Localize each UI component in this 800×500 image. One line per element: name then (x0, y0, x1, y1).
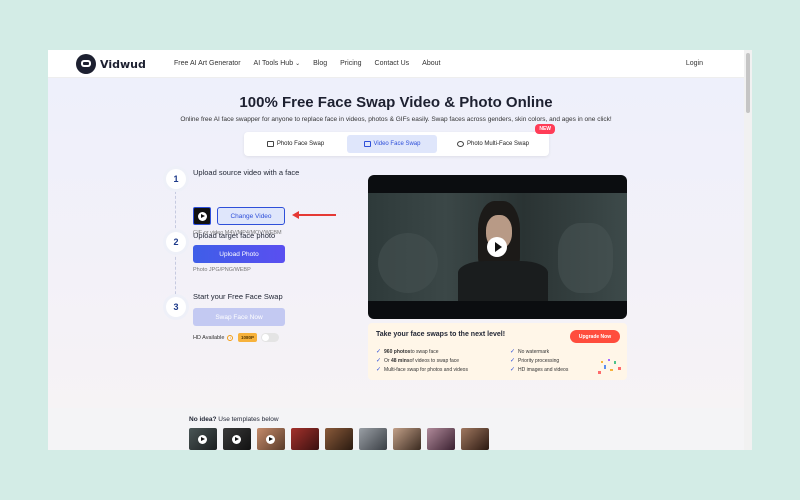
feature-priority: ✓ Priority processing (510, 357, 560, 365)
step-2-title: Upload target face photo (193, 231, 276, 240)
browser-window: Vidwud Free AI Art Generator AI Tools Hu… (48, 50, 752, 450)
arrow-left-icon (292, 211, 299, 219)
check-icon: ✓ (376, 367, 382, 373)
hd-label-text: HD Available (193, 335, 225, 341)
tab-photo-face-swap[interactable]: Photo Face Swap (248, 135, 343, 153)
hd-1080p-badge: 1080P (238, 333, 258, 342)
play-icon (198, 435, 207, 444)
check-icon: ✓ (510, 349, 516, 355)
feature-text: to swap face (410, 348, 439, 355)
template-thumbnail[interactable] (461, 428, 489, 450)
brand-logo[interactable]: Vidwud (76, 54, 146, 74)
feature-text: Multi-face swap for photos and videos (384, 366, 468, 373)
step-connector (175, 191, 176, 233)
nav-link-blog[interactable]: Blog (313, 60, 327, 67)
login-link[interactable]: Login (686, 60, 703, 67)
scrollbar[interactable] (744, 50, 752, 450)
template-thumbnail[interactable] (393, 428, 421, 450)
check-icon: ✓ (376, 349, 382, 355)
play-icon (198, 212, 207, 221)
feature-bold: 48 mins (390, 357, 410, 364)
nav-link-ai-tools-hub[interactable]: AI Tools Hub ⌄ (254, 60, 301, 67)
chevron-down-icon: ⌄ (295, 61, 301, 67)
step-number-2: 2 (166, 232, 186, 252)
step-3-title: Start your Free Face Swap (193, 292, 283, 301)
tab-label: Photo Face Swap (276, 141, 325, 147)
feature-no-watermark: ✓ No watermark (510, 348, 550, 356)
nav-link-ai-art[interactable]: Free AI Art Generator (174, 60, 241, 67)
feature-photos: ✓ 960 photos to swap face (376, 348, 439, 356)
page-title: 100% Free Face Swap Video & Photo Online (239, 94, 553, 111)
red-arrow (296, 214, 336, 216)
nav-link-label: AI Tools Hub (253, 60, 294, 67)
image-icon (266, 141, 274, 147)
feature-bold: 960 photos (384, 348, 411, 355)
feature-text: HD images and videos (518, 366, 569, 373)
templates-label: No idea? Use templates below (189, 416, 279, 423)
template-thumbnail[interactable] (223, 428, 251, 450)
video-preview[interactable] (368, 175, 627, 319)
promo-title: Take your face swaps to the next level! (376, 331, 506, 338)
template-thumbnail[interactable] (257, 428, 285, 450)
feature-multi-face: ✓ Multi-face swap for photos and videos (376, 366, 468, 374)
template-thumbnail[interactable] (291, 428, 319, 450)
templates-label-text: Use templates below (216, 416, 279, 423)
nav-links: Free AI Art Generator AI Tools Hub ⌄ Blog… (174, 60, 440, 67)
new-badge: NEW (535, 124, 555, 134)
tab-video-face-swap[interactable]: Video Face Swap (347, 135, 437, 153)
template-thumbnail[interactable] (359, 428, 387, 450)
background-figure (558, 223, 613, 293)
feature-hd: ✓ HD images and videos (510, 366, 569, 374)
feature-text: No watermark (518, 348, 550, 355)
feature-text: Priority processing (518, 357, 560, 364)
robot-logo-icon (76, 54, 96, 74)
feature-minutes: ✓ Or 48 mins of videos to swap face (376, 357, 460, 365)
play-icon[interactable] (487, 237, 507, 257)
check-icon: ✓ (510, 367, 516, 373)
template-thumbnails (189, 428, 495, 450)
step-number-1: 1 (166, 169, 186, 189)
templates-label-bold: No idea? (189, 416, 217, 423)
template-thumbnail[interactable] (189, 428, 217, 450)
template-thumbnail[interactable] (325, 428, 353, 450)
change-video-button[interactable]: Change Video (217, 207, 285, 225)
source-video-thumbnail[interactable] (193, 207, 211, 225)
nav-link-pricing[interactable]: Pricing (340, 60, 361, 67)
nav-link-contact[interactable]: Contact Us (375, 60, 410, 67)
play-icon (232, 435, 241, 444)
step-1-title: Upload source video with a face (193, 168, 300, 177)
templates-section: No idea? Use templates below (48, 408, 744, 450)
video-icon (363, 141, 371, 147)
upgrade-now-button[interactable]: Upgrade Now (570, 330, 620, 343)
tab-label: Photo Multi-Face Swap (466, 141, 530, 147)
brand-name: Vidwud (100, 57, 146, 71)
mode-tabs: Photo Face Swap Video Face Swap Photo Mu… (244, 124, 555, 156)
tab-photo-multi-face-swap[interactable]: Photo Multi-Face Swap (441, 135, 545, 153)
play-icon (266, 435, 275, 444)
check-icon: ✓ (376, 358, 382, 364)
template-thumbnail[interactable] (427, 428, 455, 450)
top-nav: Vidwud Free AI Art Generator AI Tools Hu… (48, 50, 744, 78)
upload-photo-button[interactable]: Upload Photo (193, 245, 285, 263)
info-icon[interactable]: i (227, 335, 234, 341)
tab-label: Video Face Swap (373, 141, 421, 147)
step-2-hint: Photo JPG/PNG/WEBP (193, 267, 251, 273)
swap-face-now-button[interactable]: Swap Face Now (193, 308, 285, 326)
feature-text: of videos to swap face (409, 357, 460, 364)
background-figure (378, 233, 438, 293)
hd-toggle[interactable] (261, 333, 279, 342)
step-number-3: 3 (166, 297, 186, 317)
feature-text: Or (384, 357, 390, 364)
hd-available-label: HD Available i (193, 335, 234, 341)
page-subtitle: Online free AI face swapper for anyone t… (180, 116, 612, 123)
nav-link-about[interactable]: About (422, 60, 440, 67)
scrollbar-thumb[interactable] (746, 53, 750, 113)
upgrade-promo: Take your face swaps to the next level! … (368, 323, 627, 380)
multi-face-icon (456, 141, 464, 147)
check-icon: ✓ (510, 358, 516, 364)
subject-coat (458, 261, 548, 301)
confetti-icon (598, 359, 621, 374)
